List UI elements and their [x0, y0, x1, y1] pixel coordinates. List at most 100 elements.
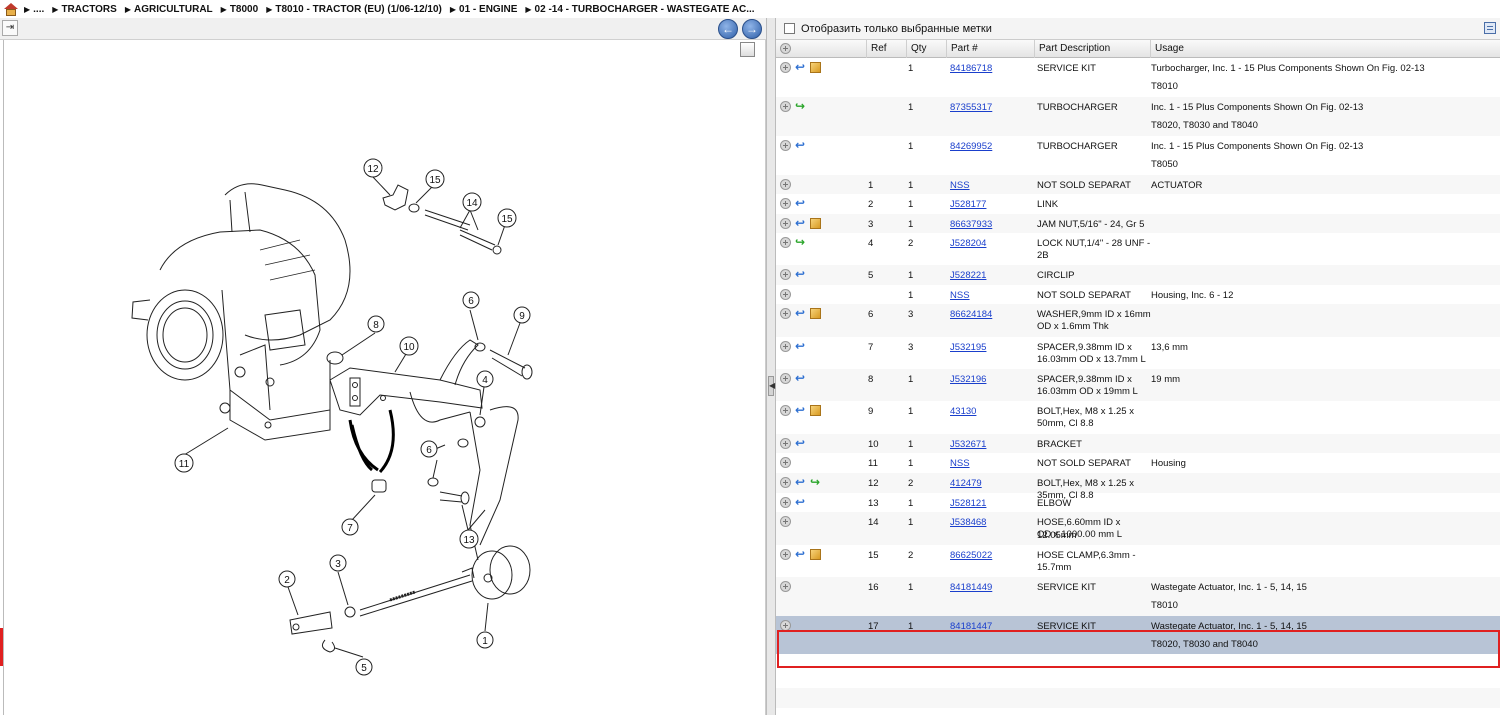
breadcrumb-item-tractors[interactable]: TRACTORS: [61, 4, 116, 15]
expand-row-icon[interactable]: [780, 289, 791, 300]
part-number-link[interactable]: J528221: [950, 270, 986, 281]
part-number-link[interactable]: 86637933: [950, 219, 992, 230]
breadcrumb-item-root[interactable]: ....: [33, 4, 44, 15]
part-number-link[interactable]: 84186718: [950, 63, 992, 74]
header-part[interactable]: Part #: [946, 40, 1034, 58]
table-row[interactable]: 11 1 NSS NOT SOLD SEPARAT Housing: [776, 453, 1500, 473]
table-row[interactable]: ↩ 7 3 J532195 SPACER,9.38mm ID x 16.03mm OD x…: [776, 337, 1500, 369]
table-row[interactable]: ↩ 10 1 J532671 BRACKET: [776, 434, 1500, 453]
part-number-link[interactable]: J528204: [950, 238, 986, 249]
table-row[interactable]: 14 1 J538468 HOSE,6.60mm ID x 12.05mm OD x 1…: [776, 512, 1500, 545]
table-row[interactable]: ↩ 2 1 J528177 LINK: [776, 194, 1500, 214]
package-icon[interactable]: [810, 218, 821, 229]
part-number-link[interactable]: NSS: [950, 458, 970, 469]
replaced-by-icon[interactable]: ↩: [795, 437, 807, 449]
package-icon[interactable]: [810, 62, 821, 73]
replaces-icon[interactable]: ↪: [810, 476, 822, 488]
replaced-by-icon[interactable]: ↩: [795, 476, 807, 488]
expand-row-icon[interactable]: [780, 341, 791, 352]
next-arrow-icon[interactable]: →: [742, 19, 762, 39]
replaced-by-icon[interactable]: ↩: [795, 404, 807, 416]
expand-all-icon[interactable]: [780, 43, 791, 54]
table-row[interactable]: 1 1 NSS NOT SOLD SEPARAT ACTUATOR: [776, 175, 1500, 194]
expand-row-icon[interactable]: [780, 516, 791, 527]
replaced-by-icon[interactable]: ↩: [795, 197, 807, 209]
replaced-by-icon[interactable]: ↩: [795, 340, 807, 352]
table-row[interactable]: ↩ ↪ 12 2 412479 BOLT,Hex, M8 x 1.25 x 35mm, Cl…: [776, 473, 1500, 501]
table-row[interactable]: ↪ 4 2 J528204 LOCK NUT,1/4" - 28 UNF -2B: [776, 233, 1500, 265]
expand-row-icon[interactable]: [780, 581, 791, 592]
expand-row-icon[interactable]: [780, 438, 791, 449]
table-row[interactable]: ↩ 1 84269952 TURBOCHARGER Inc. 1 - 15 Plus C…: [776, 136, 1500, 175]
replaces-icon[interactable]: ↪: [795, 236, 807, 248]
replaced-by-icon[interactable]: ↩: [795, 496, 807, 508]
expand-row-icon[interactable]: [780, 549, 791, 560]
header-qty[interactable]: Qty: [906, 40, 946, 58]
replaces-icon[interactable]: ↪: [795, 100, 807, 112]
diagram-fullscreen-icon[interactable]: [740, 42, 755, 57]
expand-row-icon[interactable]: [780, 218, 791, 229]
replaced-by-icon[interactable]: ↩: [795, 217, 807, 229]
replaced-by-icon[interactable]: ↩: [795, 372, 807, 384]
expand-row-icon[interactable]: [780, 308, 791, 319]
part-number-link[interactable]: 86624184: [950, 309, 992, 320]
table-row[interactable]: ↩ 8 1 J532196 SPACER,9.38mm ID x 16.03mm OD x…: [776, 369, 1500, 401]
expand-row-icon[interactable]: [780, 237, 791, 248]
table-row[interactable]: ↩ 15 2 86625022 HOSE CLAMP,6.3mm -15.7mm: [776, 545, 1500, 577]
replaced-by-icon[interactable]: ↩: [795, 61, 807, 73]
table-row[interactable]: ↩ 9 1 43130 BOLT,Hex, M8 x 1.25 x 50mm, Cl 8.…: [776, 401, 1500, 434]
breadcrumb-item-agricultural[interactable]: AGRICULTURAL: [134, 4, 213, 15]
table-row[interactable]: ↩ 13 1 J528121 ELBOW: [776, 493, 1500, 512]
part-number-link[interactable]: J532196: [950, 374, 986, 385]
part-number-link[interactable]: J528177: [950, 199, 986, 210]
table-row[interactable]: 1 NSS NOT SOLD SEPARAT Housing, Inc. 6 - 12: [776, 285, 1500, 304]
part-number-link[interactable]: NSS: [950, 290, 970, 301]
breadcrumb-item-engine[interactable]: 01 - ENGINE: [459, 4, 517, 15]
previous-arrow-icon[interactable]: ←: [718, 19, 738, 39]
replaced-by-icon[interactable]: ↩: [795, 548, 807, 560]
expand-row-icon[interactable]: [780, 269, 791, 280]
expand-row-icon[interactable]: [780, 457, 791, 468]
expand-row-icon[interactable]: [780, 373, 791, 384]
replaced-by-icon[interactable]: ↩: [795, 139, 807, 151]
replaced-by-icon[interactable]: ↩: [795, 307, 807, 319]
table-row[interactable]: ↩ 3 1 86637933 JAM NUT,5/16" - 24, Gr 5: [776, 214, 1500, 233]
export-icon[interactable]: ⇥: [2, 20, 18, 36]
part-number-link[interactable]: 43130: [950, 406, 976, 417]
part-number-link[interactable]: 84181449: [950, 582, 992, 593]
part-number-link[interactable]: 84181447: [950, 621, 992, 632]
table-row[interactable]: ↩ 6 3 86624184 WASHER,9mm ID x 16mm OD x 1.6m…: [776, 304, 1500, 337]
collapse-arrow-icon[interactable]: ◀: [768, 376, 775, 396]
breadcrumb-item-series[interactable]: T8000: [230, 4, 258, 15]
home-icon[interactable]: [4, 2, 18, 16]
expand-row-icon[interactable]: [780, 497, 791, 508]
expand-row-icon[interactable]: [780, 198, 791, 209]
expand-row-icon[interactable]: [780, 405, 791, 416]
header-ref[interactable]: Ref: [866, 40, 906, 58]
header-desc[interactable]: Part Description: [1034, 40, 1150, 58]
replaced-by-icon[interactable]: ↩: [795, 268, 807, 280]
expand-row-icon[interactable]: [780, 620, 791, 631]
package-icon[interactable]: [810, 549, 821, 560]
table-row[interactable]: 16 1 84181449 SERVICE KIT Wastegate Actuator…: [776, 577, 1500, 616]
part-number-link[interactable]: 84269952: [950, 141, 992, 152]
table-row[interactable]: ↪ 1 87355317 TURBOCHARGER Inc. 1 - 15 Plus C…: [776, 97, 1500, 136]
list-settings-icon[interactable]: [1484, 22, 1496, 34]
part-number-link[interactable]: J528121: [950, 498, 986, 509]
expand-row-icon[interactable]: [780, 101, 791, 112]
part-number-link[interactable]: 412479: [950, 478, 982, 489]
part-number-link[interactable]: J538468: [950, 517, 986, 528]
part-number-link[interactable]: 86625022: [950, 550, 992, 561]
package-icon[interactable]: [810, 308, 821, 319]
part-number-link[interactable]: NSS: [950, 180, 970, 191]
expand-row-icon[interactable]: [780, 179, 791, 190]
table-row[interactable]: 17 1 84181447 SERVICE KIT Wastegate Actuator…: [776, 616, 1500, 654]
breadcrumb-item-model[interactable]: T8010 - TRACTOR (EU) (1/06-12/10): [275, 4, 442, 15]
table-row[interactable]: ↩ 1 84186718 SERVICE KIT Turbocharger, Inc. …: [776, 58, 1500, 97]
package-icon[interactable]: [810, 405, 821, 416]
pane-splitter[interactable]: ◀: [766, 18, 776, 715]
part-number-link[interactable]: 87355317: [950, 102, 992, 113]
expand-row-icon[interactable]: [780, 477, 791, 488]
expand-row-icon[interactable]: [780, 62, 791, 73]
part-number-link[interactable]: J532671: [950, 439, 986, 450]
